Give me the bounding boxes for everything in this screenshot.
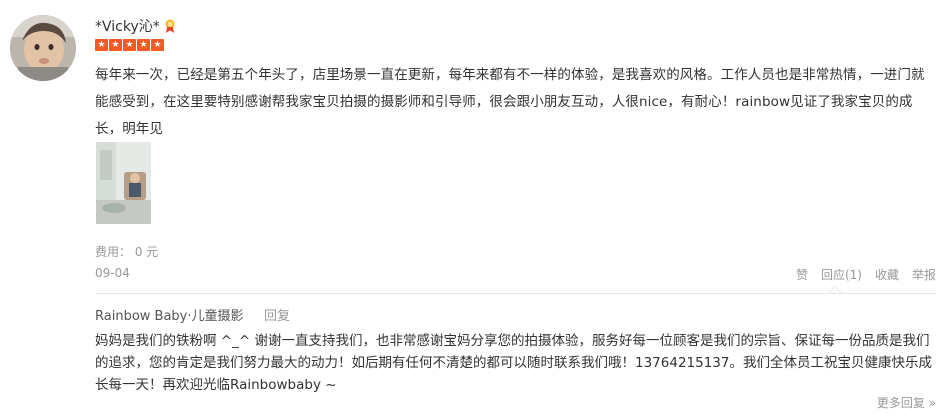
review-date: 09-04 — [95, 266, 130, 280]
favorite-button[interactable]: 收藏 — [875, 266, 899, 283]
review-text: 每年来一次，已经是第五个年头了，店里场景一直在更新，每年来都有不一样的体验，是我… — [95, 67, 925, 137]
fee-info: 费用： 0 元 — [95, 245, 159, 259]
review-photo[interactable] — [96, 142, 151, 224]
star-icon: ★ — [109, 39, 122, 51]
reply-count-button[interactable]: 回应(1) — [821, 266, 862, 283]
merchant-name[interactable]: Rainbow Baby·儿童摄影 — [95, 305, 244, 324]
reply-button[interactable]: 回复 — [264, 305, 290, 324]
review-actions: 赞 回应(1) 收藏 举报 — [796, 266, 936, 283]
medal-icon — [165, 18, 175, 37]
star-icon: ★ — [95, 39, 108, 51]
reply-pointer — [828, 286, 842, 293]
user-avatar[interactable] — [10, 15, 76, 81]
more-replies-link[interactable]: 更多回复 » — [877, 394, 936, 411]
reviewer-name[interactable]: *Vicky沁* — [95, 16, 160, 36]
report-button[interactable]: 举报 — [912, 266, 936, 283]
reply-divider — [95, 293, 936, 294]
star-icon: ★ — [151, 39, 164, 51]
merchant-reply-text: 妈妈是我们的铁粉啊 ^_^ 谢谢一直支持我们，也非常感谢宝妈分享您的拍摄体验，服… — [95, 333, 932, 393]
star-icon: ★ — [123, 39, 136, 51]
rating-stars: ★ ★ ★ ★ ★ — [95, 39, 164, 51]
like-button[interactable]: 赞 — [796, 266, 808, 283]
star-icon: ★ — [137, 39, 150, 51]
